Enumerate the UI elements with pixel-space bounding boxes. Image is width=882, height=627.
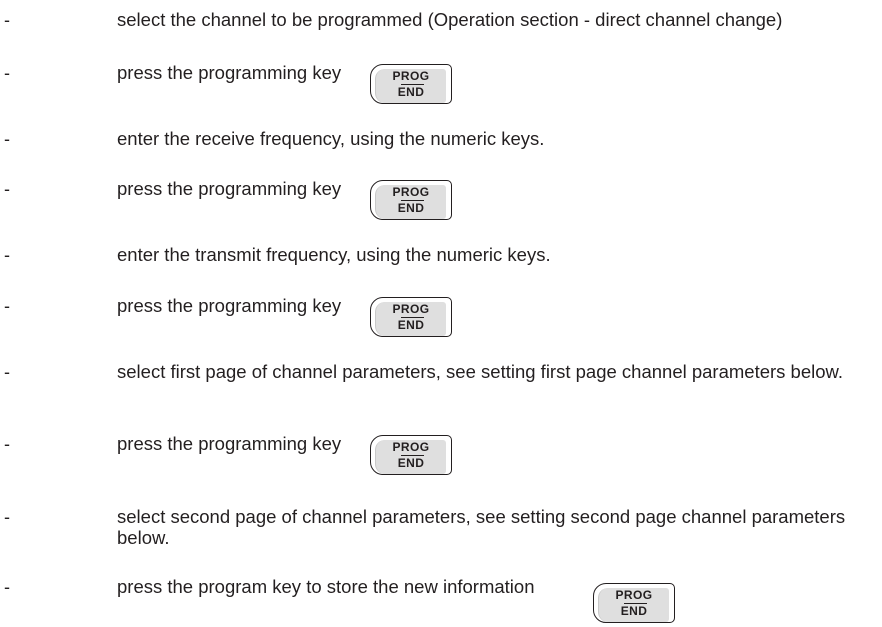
step-bullet: - bbox=[4, 434, 10, 454]
step-bullet: - bbox=[4, 245, 10, 265]
step-bullet: - bbox=[4, 296, 10, 316]
key-top-label: PROG bbox=[392, 69, 430, 83]
key-bottom-label: END bbox=[397, 456, 425, 470]
step-bullet: - bbox=[4, 507, 10, 527]
key-top-label: PROG bbox=[615, 588, 653, 602]
step-text: select second page of channel parameters… bbox=[117, 506, 846, 548]
step-text: enter the transmit frequency, using the … bbox=[117, 244, 551, 265]
step-text: press the programming key bbox=[117, 178, 342, 199]
key-bottom-label: END bbox=[397, 201, 425, 215]
key-bottom-label: END bbox=[620, 604, 648, 618]
prog-end-key-icon: PROG END bbox=[370, 64, 452, 104]
step-bullet: - bbox=[4, 577, 10, 597]
step-bullet: - bbox=[4, 179, 10, 199]
step-bullet: - bbox=[4, 10, 10, 30]
step-bullet: - bbox=[4, 63, 10, 83]
key-top-label: PROG bbox=[392, 302, 430, 316]
key-bottom-label: END bbox=[397, 318, 425, 332]
prog-end-key-icon: PROG END bbox=[593, 583, 675, 623]
prog-end-key-icon: PROG END bbox=[370, 297, 452, 337]
key-top-label: PROG bbox=[392, 185, 430, 199]
step-bullet: - bbox=[4, 129, 10, 149]
key-top-label: PROG bbox=[392, 440, 430, 454]
step-text: press the programming key bbox=[117, 62, 342, 83]
key-bottom-label: END bbox=[397, 85, 425, 99]
step-text: press the program key to store the new i… bbox=[117, 576, 535, 597]
step-bullet: - bbox=[4, 362, 10, 382]
step-text: select first page of channel parameters,… bbox=[117, 361, 844, 382]
prog-end-key-icon: PROG END bbox=[370, 435, 452, 475]
step-text: press the programming key bbox=[117, 433, 342, 454]
step-text: enter the receive frequency, using the n… bbox=[117, 128, 545, 149]
prog-end-key-icon: PROG END bbox=[370, 180, 452, 220]
step-text: select the channel to be programmed (Ope… bbox=[117, 9, 783, 30]
step-text: press the programming key bbox=[117, 295, 342, 316]
